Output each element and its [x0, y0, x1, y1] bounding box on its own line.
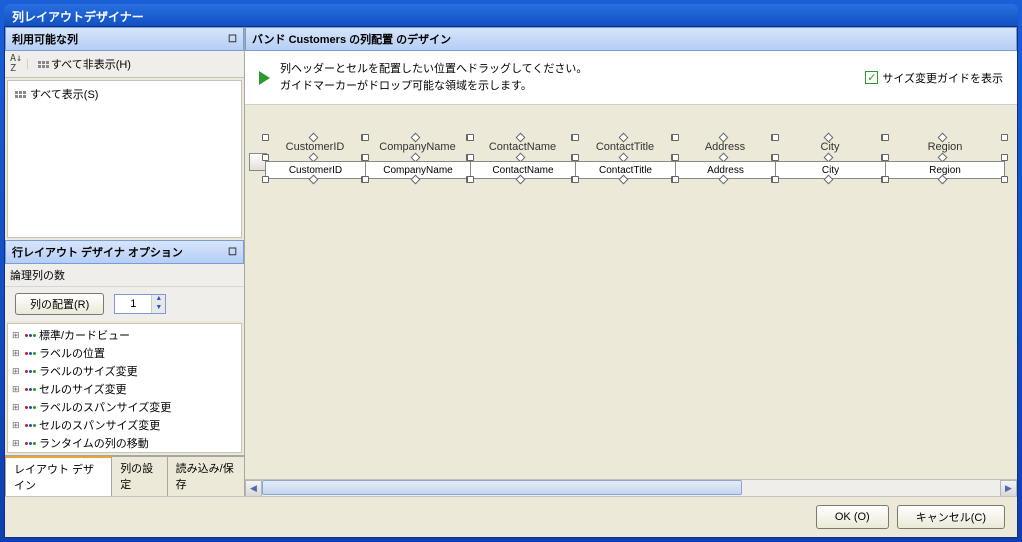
tree-item[interactable]: ⊞セルのスパンサイズ変更 [10, 416, 239, 434]
show-all-item[interactable]: すべて表示(S) [11, 84, 238, 104]
scroll-thumb[interactable] [262, 480, 742, 495]
design-header: バンド Customers の列配置 のデザイン [245, 27, 1017, 51]
options-controls: 列の配置(R) ▲▼ [5, 287, 244, 321]
client-area: 利用可能な列 ☐ A↓Z | すべて非表示(H) すべて表示(S) [4, 26, 1018, 538]
hint-text: 列ヘッダーとセルを配置したい位置へドラッグしてください。 ガイドマーカーがドロッ… [280, 61, 587, 94]
available-cols-toolbar: A↓Z | すべて非表示(H) [5, 51, 244, 78]
available-columns-title: 利用可能な列 [12, 31, 78, 47]
spin-down[interactable]: ▼ [151, 304, 165, 313]
right-panel: バンド Customers の列配置 のデザイン 列ヘッダーとセルを配置したい位… [245, 27, 1017, 496]
tree-item[interactable]: ⊞ランタイムの列の移動 [10, 434, 239, 452]
checkbox-icon: ✓ [865, 71, 878, 84]
show-all-label: すべて表示(S) [30, 86, 98, 102]
tree-item[interactable]: ⊞ラベルのサイズ変更 [10, 362, 239, 380]
tree-item[interactable]: ⊞ラベルのスパンサイズ変更 [10, 398, 239, 416]
column-contactname[interactable]: ContactName ContactName [470, 137, 575, 183]
grid-icon [38, 61, 49, 68]
grid-icon [15, 91, 26, 98]
designer-window: 列レイアウトデザイナー 利用可能な列 ☐ A↓Z | すべて非表示(H) [0, 0, 1022, 542]
tab-column-settings[interactable]: 列の設定 [111, 456, 167, 496]
left-panel: 利用可能な列 ☐ A↓Z | すべて非表示(H) すべて表示(S) [5, 27, 245, 496]
logical-cols-label: 論理列の数 [5, 264, 244, 287]
column-region[interactable]: Region Region [885, 137, 1005, 183]
available-columns-header: 利用可能な列 ☐ [5, 27, 244, 51]
options-header: 行レイアウト デザイナ オプション ☐ [5, 240, 244, 264]
column-city[interactable]: City City [775, 137, 885, 183]
tab-load-save[interactable]: 読み込み/保存 [167, 456, 245, 496]
main-area: 利用可能な列 ☐ A↓Z | すべて非表示(H) すべて表示(S) [5, 27, 1017, 496]
sort-icon[interactable]: A↓Z [10, 54, 22, 74]
available-columns-list: すべて表示(S) [7, 80, 242, 238]
pin-icon[interactable]: ☐ [228, 247, 237, 258]
hide-all-button[interactable]: すべて非表示(H) [33, 54, 136, 74]
spinner-input[interactable] [115, 295, 151, 313]
checkbox-label: サイズ変更ガイドを表示 [882, 70, 1003, 86]
options-title: 行レイアウト デザイナ オプション [12, 244, 183, 260]
tree-item[interactable]: ⊞標準/カードビュー [10, 326, 239, 344]
horizontal-scrollbar[interactable]: ◀ ▶ [245, 479, 1017, 496]
ok-button[interactable]: OK (O) [816, 505, 889, 529]
logical-cols-spinner[interactable]: ▲▼ [114, 294, 166, 314]
hint-bar: 列ヘッダーとセルを配置したい位置へドラッグしてください。 ガイドマーカーがドロッ… [245, 51, 1017, 105]
tree-item[interactable]: ⊞行セレクタの表示 [10, 452, 239, 453]
design-surface[interactable]: CustomerID CustomerID CompanyName Compan… [245, 105, 1017, 479]
column-address[interactable]: Address Address [675, 137, 775, 183]
left-tabs: レイアウト デザイン 列の設定 読み込み/保存 [5, 455, 244, 496]
tree-item[interactable]: ⊞ラベルの位置 [10, 344, 239, 362]
scroll-right-button[interactable]: ▶ [1000, 480, 1017, 497]
options-tree: ⊞標準/カードビュー ⊞ラベルの位置 ⊞ラベルのサイズ変更 ⊞セルのサイズ変更 … [7, 323, 242, 453]
scroll-track[interactable] [262, 480, 1000, 497]
play-icon [259, 71, 270, 85]
column-layout: CustomerID CustomerID CompanyName Compan… [265, 137, 1017, 183]
column-contacttitle[interactable]: ContactTitle ContactTitle [575, 137, 675, 183]
show-resize-guides-checkbox[interactable]: ✓ サイズ変更ガイドを表示 [865, 70, 1003, 86]
dialog-footer: OK (O) キャンセル(C) [5, 496, 1017, 537]
tab-layout-design[interactable]: レイアウト デザイン [5, 456, 112, 496]
tree-item[interactable]: ⊞セルのサイズ変更 [10, 380, 239, 398]
scroll-left-button[interactable]: ◀ [245, 480, 262, 497]
hide-all-label: すべて非表示(H) [51, 56, 131, 72]
spin-up[interactable]: ▲ [151, 295, 165, 304]
pin-icon[interactable]: ☐ [228, 34, 237, 45]
column-companyname[interactable]: CompanyName CompanyName [365, 137, 470, 183]
column-customerid[interactable]: CustomerID CustomerID [265, 137, 365, 183]
arrange-columns-button[interactable]: 列の配置(R) [15, 293, 104, 315]
cancel-button[interactable]: キャンセル(C) [897, 505, 1005, 529]
window-title: 列レイアウトデザイナー [4, 4, 1018, 26]
